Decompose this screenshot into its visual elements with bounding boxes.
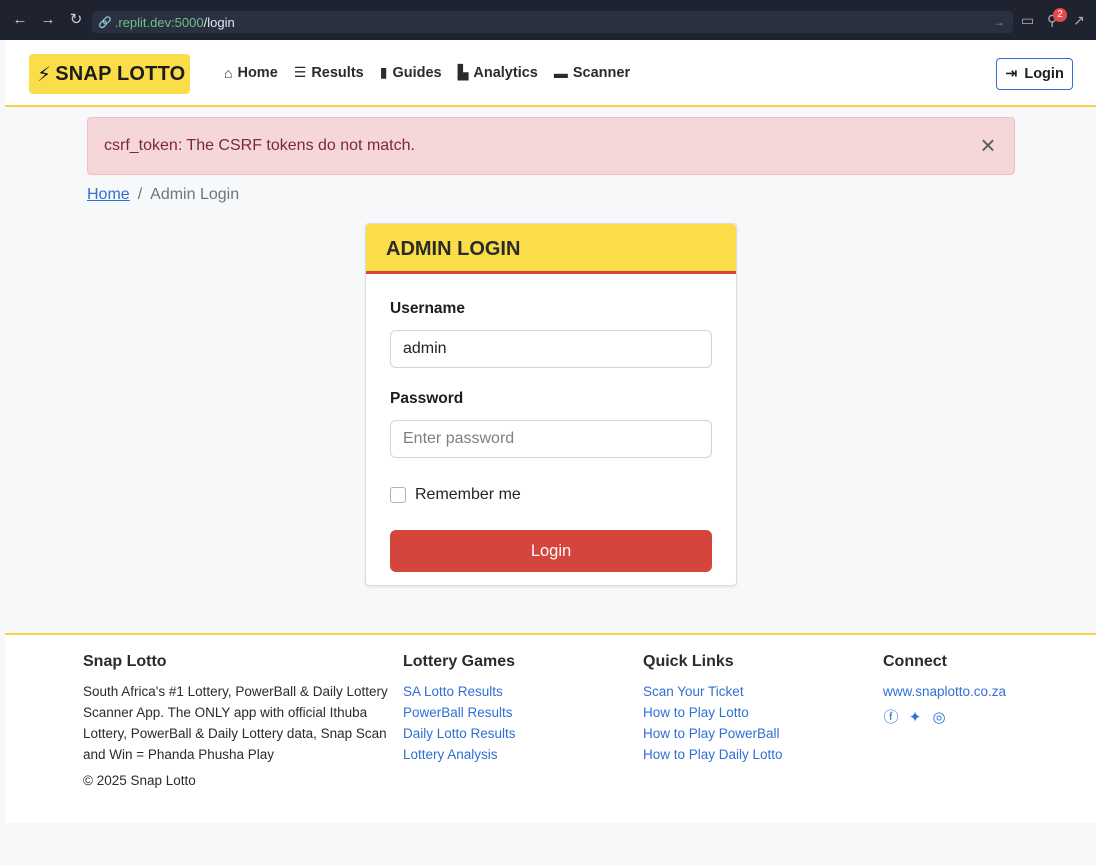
footer-link-daily-lotto[interactable]: Daily Lotto Results bbox=[403, 723, 516, 744]
remember-me-checkbox[interactable] bbox=[390, 487, 406, 503]
nav-results[interactable]: ☰ Results bbox=[294, 64, 364, 81]
brand-logo[interactable]: ⚡ SNAP LOTTO bbox=[29, 54, 190, 94]
alert-message: csrf_token: The CSRF tokens do not match… bbox=[104, 137, 415, 154]
breadcrumb-home-link[interactable]: Home bbox=[87, 186, 130, 204]
nav-home[interactable]: ⌂ Home bbox=[224, 64, 278, 81]
login-submit-button[interactable]: Login bbox=[390, 530, 712, 572]
bolt-icon: ⚡ bbox=[37, 63, 52, 86]
url-path: /login bbox=[203, 14, 235, 30]
username-input[interactable] bbox=[390, 330, 712, 368]
reload-icon[interactable]: ↻ bbox=[68, 12, 84, 28]
page: ⚡ SNAP LOTTO ⌂ Home ☰ Results ▮ Guides ▙ Ana… bbox=[5, 40, 1096, 865]
nav-analytics-label: Analytics bbox=[473, 64, 538, 81]
footer-link-how-daily[interactable]: How to Play Daily Lotto bbox=[643, 744, 783, 765]
nav-home-label: Home bbox=[237, 64, 278, 81]
back-arrow-icon[interactable]: ← bbox=[12, 12, 28, 28]
facebook-icon[interactable]: ⓕ bbox=[883, 710, 899, 726]
footer-games-title: Lottery Games bbox=[403, 653, 516, 670]
footer-link-sa-lotto[interactable]: SA Lotto Results bbox=[403, 681, 516, 702]
remember-me-row[interactable]: Remember me bbox=[390, 486, 712, 504]
breadcrumb-current: Admin Login bbox=[150, 186, 240, 203]
nav-guides[interactable]: ▮ Guides bbox=[380, 64, 442, 81]
url-host: .replit.dev:5000 bbox=[114, 14, 204, 30]
footer-copyright: © 2025 Snap Lotto bbox=[83, 773, 196, 788]
footer-connect-title: Connect bbox=[883, 653, 947, 670]
instagram-icon[interactable]: ◎ bbox=[931, 710, 947, 726]
nav-analytics[interactable]: ▙ Analytics bbox=[458, 64, 538, 81]
footer-games: Lottery Games SA Lotto Results PowerBall… bbox=[403, 653, 516, 765]
notification-badge: 2 bbox=[1053, 8, 1067, 22]
footer-link-how-powerball[interactable]: How to Play PowerBall bbox=[643, 723, 783, 744]
nav-guides-label: Guides bbox=[392, 64, 442, 81]
nav-scanner[interactable]: ▬ Scanner bbox=[554, 64, 630, 81]
book-icon: ▮ bbox=[379, 64, 388, 80]
login-form: Username Password Remember me Login bbox=[366, 274, 736, 572]
login-card: ADMIN LOGIN Username Password Remember m… bbox=[365, 223, 737, 586]
twitter-icon[interactable]: ✦ bbox=[907, 710, 923, 726]
error-alert: csrf_token: The CSRF tokens do not match… bbox=[87, 117, 1015, 175]
nav-links: ⌂ Home ☰ Results ▮ Guides ▙ Analytics ▬ Scann… bbox=[224, 64, 630, 81]
nav-login-button[interactable]: ⇥ Login bbox=[996, 58, 1073, 90]
nav-login-label: Login bbox=[1024, 66, 1064, 82]
password-input[interactable] bbox=[390, 420, 712, 458]
list-ordered-icon: ☰ bbox=[293, 64, 307, 80]
breadcrumb-separator: / bbox=[137, 186, 143, 203]
go-arrow-icon[interactable]: → bbox=[993, 15, 1005, 29]
footer-link-analysis[interactable]: Lottery Analysis bbox=[403, 744, 516, 765]
external-link-icon[interactable]: ↗ bbox=[1073, 12, 1085, 29]
footer-link-scan-ticket[interactable]: Scan Your Ticket bbox=[643, 681, 783, 702]
footer-link-powerball[interactable]: PowerBall Results bbox=[403, 702, 516, 723]
social-links: ⓕ ✦ ◎ bbox=[883, 710, 1006, 726]
footer-quick-title: Quick Links bbox=[643, 653, 734, 670]
remember-me-label: Remember me bbox=[415, 486, 521, 503]
password-label: Password bbox=[390, 390, 464, 407]
footer-about-text: South Africa's #1 Lottery, PowerBall & D… bbox=[83, 684, 388, 762]
browser-toolbar: ← → ↻ 🔗 .replit.dev:5000 /login → ▭ ⚲ 2 … bbox=[0, 0, 1096, 40]
nav-results-label: Results bbox=[311, 64, 364, 81]
link-icon: 🔗 bbox=[98, 16, 112, 29]
chart-icon: ▙ bbox=[457, 64, 469, 80]
footer-link-how-lotto[interactable]: How to Play Lotto bbox=[643, 702, 783, 723]
username-label: Username bbox=[390, 300, 465, 317]
brand-name: SNAP LOTTO bbox=[55, 62, 186, 85]
footer-about-title: Snap Lotto bbox=[83, 653, 167, 670]
footer-connect: Connect www.snaplotto.co.za ⓕ ✦ ◎ bbox=[883, 653, 1006, 726]
card-title: ADMIN LOGIN bbox=[366, 224, 736, 274]
sign-in-icon: ⇥ bbox=[1005, 66, 1018, 82]
breadcrumb: Home / Admin Login bbox=[87, 186, 239, 204]
footer-about: Snap Lotto South Africa's #1 Lottery, Po… bbox=[83, 653, 388, 788]
navbar: ⚡ SNAP LOTTO ⌂ Home ☰ Results ▮ Guides ▙ Ana… bbox=[5, 40, 1096, 107]
monitor-icon[interactable]: ▭ bbox=[1021, 12, 1034, 29]
forward-arrow-icon[interactable]: → bbox=[40, 12, 56, 28]
footer-quick-links: Quick Links Scan Your Ticket How to Play… bbox=[643, 653, 783, 765]
footer: Snap Lotto South Africa's #1 Lottery, Po… bbox=[5, 633, 1096, 823]
ticket-icon: ▬ bbox=[553, 64, 568, 81]
nav-scanner-label: Scanner bbox=[572, 64, 631, 81]
footer-website-link[interactable]: www.snaplotto.co.za bbox=[883, 681, 1006, 702]
home-icon: ⌂ bbox=[224, 64, 233, 81]
close-icon[interactable]: × bbox=[976, 132, 1000, 158]
address-bar[interactable]: 🔗 .replit.dev:5000 /login → bbox=[92, 11, 1013, 33]
